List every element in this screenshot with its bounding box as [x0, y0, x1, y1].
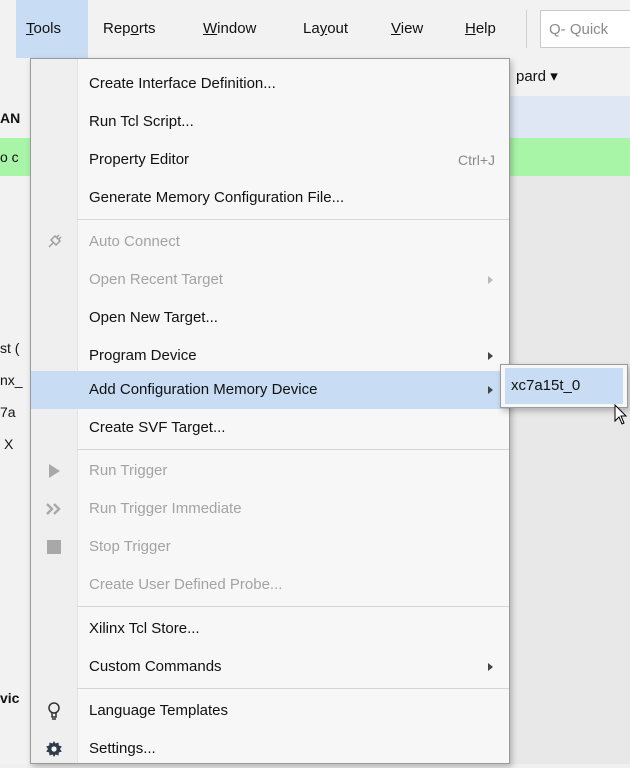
menu-item-label: Run Trigger Immediate: [89, 500, 242, 517]
menu-item-run-trigger: Run Trigger: [31, 452, 509, 490]
quick-access-search[interactable]: Q- Quick: [540, 10, 630, 48]
menu-item-label: Auto Connect: [89, 233, 180, 250]
menu-separator: [77, 688, 509, 689]
menu-item-label: Xilinx Tcl Store...: [89, 620, 200, 637]
menu-item-add-configuration-memory-device[interactable]: Add Configuration Memory Device: [31, 371, 509, 409]
menu-item-label: Property Editor: [89, 151, 190, 168]
stop-icon: [43, 536, 65, 558]
menu-item-create-user-defined-probe: Create User Defined Probe...: [31, 566, 509, 604]
menu-bar: Tools Reports Window Layout View Help Q-…: [0, 0, 630, 59]
menu-item-xilinx-tcl-store[interactable]: Xilinx Tcl Store...: [31, 610, 509, 648]
accelerator-text: Ctrl+J: [458, 152, 495, 168]
left-fragment: AN: [0, 110, 21, 126]
menu-item-label: Create User Defined Probe...: [89, 576, 283, 593]
menu-item-generate-memory-configuration-file[interactable]: Generate Memory Configuration File...: [31, 179, 509, 217]
mouse-cursor-icon: [614, 403, 628, 430]
menu-item-auto-connect: Auto Connect: [31, 223, 509, 261]
menu-item-label: Language Templates: [89, 702, 228, 719]
submenu-arrow-icon: [488, 352, 493, 360]
submenu-arrow-icon: [488, 663, 493, 671]
left-fragment: 7a: [0, 404, 16, 420]
menu-item-create-interface-definition[interactable]: Create Interface Definition...: [31, 65, 509, 103]
menu-layout[interactable]: Layout: [303, 0, 348, 58]
menu-item-custom-commands[interactable]: Custom Commands: [31, 648, 509, 686]
lightbulb-icon: [43, 700, 65, 722]
menu-item-label: Settings...: [89, 740, 156, 757]
menu-item-run-trigger-immediate: Run Trigger Immediate: [31, 490, 509, 528]
menu-item-run-tcl-script[interactable]: Run Tcl Script...: [31, 103, 509, 141]
menu-item-property-editor[interactable]: Property Editor Ctrl+J: [31, 141, 509, 179]
header-bar: [510, 96, 630, 138]
menu-item-label: Generate Memory Configuration File...: [89, 189, 345, 206]
menu-item-open-new-target[interactable]: Open New Target...: [31, 299, 509, 337]
menu-tools[interactable]: Tools: [16, 0, 88, 58]
menu-item-label: Add Configuration Memory Device: [89, 381, 318, 398]
menu-separator: [77, 606, 509, 607]
menu-item-label: Run Tcl Script...: [89, 113, 194, 130]
menubar-divider: [526, 10, 527, 48]
menu-item-label: Open New Target...: [89, 309, 218, 326]
board-dropdown[interactable]: pard ▾: [510, 58, 630, 96]
menu-item-language-templates[interactable]: Language Templates: [31, 692, 509, 730]
menu-item-create-svf-target[interactable]: Create SVF Target...: [31, 409, 509, 447]
tools-menu: Create Interface Definition... Run Tcl S…: [30, 58, 510, 764]
menu-item-label: Custom Commands: [89, 658, 222, 675]
gear-icon: [43, 738, 65, 760]
menu-item-stop-trigger: Stop Trigger: [31, 528, 509, 566]
menu-item-label: Stop Trigger: [89, 538, 171, 555]
menu-view[interactable]: View: [391, 0, 423, 58]
status-bar-green: [510, 138, 630, 176]
menu-separator: [77, 449, 509, 450]
fast-forward-icon: [43, 498, 65, 520]
menu-reports[interactable]: Reports: [103, 0, 156, 58]
submenu-item-xc7a15t-0[interactable]: xc7a15t_0: [505, 368, 623, 404]
menu-separator: [77, 219, 509, 220]
menu-item-label: Run Trigger: [89, 462, 168, 479]
play-icon: [43, 460, 65, 482]
menu-item-settings[interactable]: Settings...: [31, 730, 509, 768]
menu-item-program-device[interactable]: Program Device: [31, 337, 509, 375]
left-fragment: o c: [0, 138, 30, 176]
plug-icon: [43, 231, 65, 253]
left-fragment: X: [4, 436, 14, 452]
content-panel: [510, 176, 630, 764]
submenu-arrow-icon: [488, 276, 493, 284]
menu-help[interactable]: Help: [465, 0, 496, 58]
menu-window[interactable]: Window: [203, 0, 256, 58]
menu-item-label: Create Interface Definition...: [89, 75, 276, 92]
left-fragment: vic: [0, 690, 20, 706]
left-fragment: st (: [0, 340, 20, 356]
menu-item-open-recent-target: Open Recent Target: [31, 261, 509, 299]
left-fragment: nx_: [0, 372, 23, 388]
config-memory-submenu: xc7a15t_0: [500, 364, 628, 408]
menu-item-label: Program Device: [89, 347, 197, 364]
menu-item-label: Open Recent Target: [89, 271, 223, 288]
submenu-arrow-icon: [488, 386, 493, 394]
menu-item-label: Create SVF Target...: [89, 419, 226, 436]
